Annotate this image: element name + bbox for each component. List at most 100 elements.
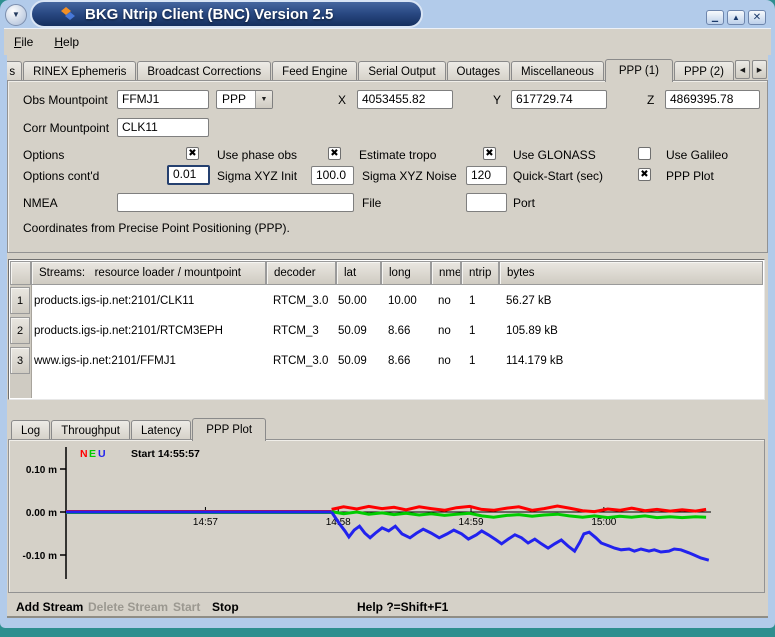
nmea-file-field[interactable] — [117, 193, 354, 212]
config-tabbar: s RINEX Ephemeris Broadcast Corrections … — [7, 58, 767, 81]
add-stream-button[interactable]: Add Stream — [16, 600, 83, 614]
sigma-xyz-init-field[interactable]: 0.01 — [167, 165, 210, 185]
header-decoder[interactable]: decoder — [266, 261, 336, 285]
header-ntrip[interactable]: ntrip — [461, 261, 499, 285]
cell-long: 8.66 — [388, 316, 410, 346]
cell-long: 10.00 — [388, 286, 417, 316]
tab-outages[interactable]: Outages — [447, 61, 510, 81]
ppp-mode-select[interactable]: PPP ▼ — [216, 90, 273, 109]
nmea-port-field[interactable] — [466, 193, 507, 212]
corr-mountpoint-field[interactable]: CLK11 — [117, 118, 209, 137]
cell-nmea: no — [438, 346, 451, 376]
tab-miscellaneous[interactable]: Miscellaneous — [511, 61, 604, 81]
row-3-header[interactable]: 3 — [10, 347, 30, 374]
x-label: X — [338, 93, 346, 107]
tab-rinex-ephemeris[interactable]: RINEX Ephemeris — [23, 61, 136, 81]
cell-ntrip: 1 — [469, 316, 475, 346]
estimate-tropo-label: Estimate tropo — [359, 148, 436, 162]
tab-scroll-left-button[interactable]: ◀ — [735, 60, 750, 79]
tab-ppp-plot[interactable]: PPP Plot — [192, 418, 266, 441]
streams-table: Streams: resource loader / mountpoint de… — [8, 259, 765, 400]
ppp-plot-chart: 0.10 m0.00 m-0.10 m14:5714:5814:5915:00N… — [10, 441, 765, 593]
scroll-right-icon: ▶ — [757, 66, 762, 74]
tab-log[interactable]: Log — [11, 420, 50, 440]
minimize-button[interactable]: ▁ — [706, 10, 724, 25]
ppp-plot-label: PPP Plot — [666, 169, 714, 183]
table-row[interactable]: products.igs-ip.net:2101/RTCM3EPH RTCM_3… — [31, 316, 763, 346]
window-menu-arrow-icon: ▼ — [12, 11, 20, 19]
cell-lat: 50.00 — [338, 286, 367, 316]
cell-mountpoint: products.igs-ip.net:2101/CLK11 — [34, 286, 194, 316]
tab-serial-output[interactable]: Serial Output — [358, 61, 445, 81]
ppp-plot-checkbox[interactable]: ✖ — [638, 168, 651, 181]
start-button[interactable]: Start — [173, 600, 200, 614]
header-lat[interactable]: lat — [336, 261, 381, 285]
cell-decoder: RTCM_3.0 — [273, 286, 328, 316]
use-phase-obs-checkbox[interactable]: ✖ — [186, 147, 199, 160]
sigma-xyz-noise-label: Sigma XYZ Noise — [362, 169, 457, 183]
svg-text:-0.10 m: -0.10 m — [23, 551, 58, 562]
y-coordinate-field[interactable]: 617729.74 — [511, 90, 607, 109]
cell-ntrip: 1 — [469, 346, 475, 376]
tab-latency[interactable]: Latency — [131, 420, 191, 440]
window-title: BKG Ntrip Client (BNC) Version 2.5 — [85, 6, 333, 23]
ppp-plot-panel: 0.10 m0.00 m-0.10 m14:5714:5814:5915:00N… — [8, 439, 765, 593]
use-glonass-checkbox[interactable]: ✖ — [483, 147, 496, 160]
close-button[interactable]: ✕ — [748, 10, 766, 25]
cell-bytes: 114.179 kB — [506, 346, 563, 376]
tab-feed-engine[interactable]: Feed Engine — [272, 61, 357, 81]
window-menu-button[interactable]: ▼ — [5, 4, 27, 26]
tab-scroll-right-button[interactable]: ▶ — [752, 60, 767, 79]
obs-mountpoint-label: Obs Mountpoint — [23, 93, 108, 107]
header-mountpoint[interactable]: Streams: resource loader / mountpoint — [31, 261, 266, 285]
header-long[interactable]: long — [381, 261, 431, 285]
svg-text:15:00: 15:00 — [591, 517, 616, 528]
bnc-app-icon — [60, 6, 76, 22]
tab-ppp-2[interactable]: PPP (2) — [674, 61, 734, 81]
maximize-button[interactable]: ▲ — [727, 10, 745, 25]
header-bytes[interactable]: bytes — [499, 261, 763, 285]
options-contd-label: Options cont'd — [23, 169, 99, 183]
row-1-header[interactable]: 1 — [10, 287, 30, 314]
header-nmea[interactable]: nmea — [431, 261, 461, 285]
ppp1-panel: Obs Mountpoint FFMJ1 PPP ▼ X 4053455.82 … — [7, 80, 768, 253]
row-2-header[interactable]: 2 — [10, 317, 30, 344]
cell-decoder: RTCM_3.0 — [273, 346, 328, 376]
z-coordinate-field[interactable]: 4869395.78 — [665, 90, 760, 109]
use-galileo-checkbox[interactable] — [638, 147, 651, 160]
title-capsule[interactable]: BKG Ntrip Client (BNC) Version 2.5 — [30, 0, 423, 28]
table-row[interactable]: products.igs-ip.net:2101/CLK11 RTCM_3.0 … — [31, 286, 763, 316]
y-label: Y — [493, 93, 501, 107]
table-row[interactable]: www.igs-ip.net:2101/FFMJ1 RTCM_3.0 50.09… — [31, 346, 763, 376]
chevron-down-icon: ▼ — [261, 96, 268, 103]
sigma-xyz-noise-field[interactable]: 100.0 — [311, 166, 354, 185]
svg-text:0.10 m: 0.10 m — [26, 465, 57, 476]
use-phase-obs-label: Use phase obs — [217, 148, 297, 162]
menu-help[interactable]: Help — [54, 35, 79, 49]
stop-button[interactable]: Stop — [212, 600, 239, 614]
close-icon: ✕ — [753, 13, 761, 23]
quick-start-label: Quick-Start (sec) — [513, 169, 603, 183]
nmea-label: NMEA — [23, 196, 58, 210]
delete-stream-button[interactable]: Delete Stream — [88, 600, 168, 614]
app-window: ▼ BKG Ntrip Client (BNC) Version 2.5 ▁ ▲… — [0, 0, 775, 628]
sigma-xyz-init-label: Sigma XYZ Init — [217, 169, 297, 183]
scroll-left-icon: ◀ — [740, 66, 745, 74]
tab-rinex-observations-partial[interactable]: s — [7, 61, 22, 81]
tab-throughput[interactable]: Throughput — [51, 420, 130, 440]
svg-text:N: N — [80, 448, 88, 460]
x-coordinate-field[interactable]: 4053455.82 — [357, 90, 453, 109]
tab-broadcast-corrections[interactable]: Broadcast Corrections — [137, 61, 271, 81]
cell-ntrip: 1 — [469, 286, 475, 316]
cell-nmea: no — [438, 316, 451, 346]
menubar: File Help — [4, 28, 771, 55]
port-label: Port — [513, 196, 535, 210]
tab-ppp-1[interactable]: PPP (1) — [605, 59, 673, 82]
svg-text:Start 14:55:57: Start 14:55:57 — [131, 448, 200, 460]
cell-bytes: 105.89 kB — [506, 316, 558, 346]
minimize-icon: ▁ — [712, 14, 718, 22]
estimate-tropo-checkbox[interactable]: ✖ — [328, 147, 341, 160]
obs-mountpoint-field[interactable]: FFMJ1 — [117, 90, 209, 109]
menu-file[interactable]: File — [14, 35, 33, 49]
quick-start-field[interactable]: 120 — [466, 166, 507, 185]
